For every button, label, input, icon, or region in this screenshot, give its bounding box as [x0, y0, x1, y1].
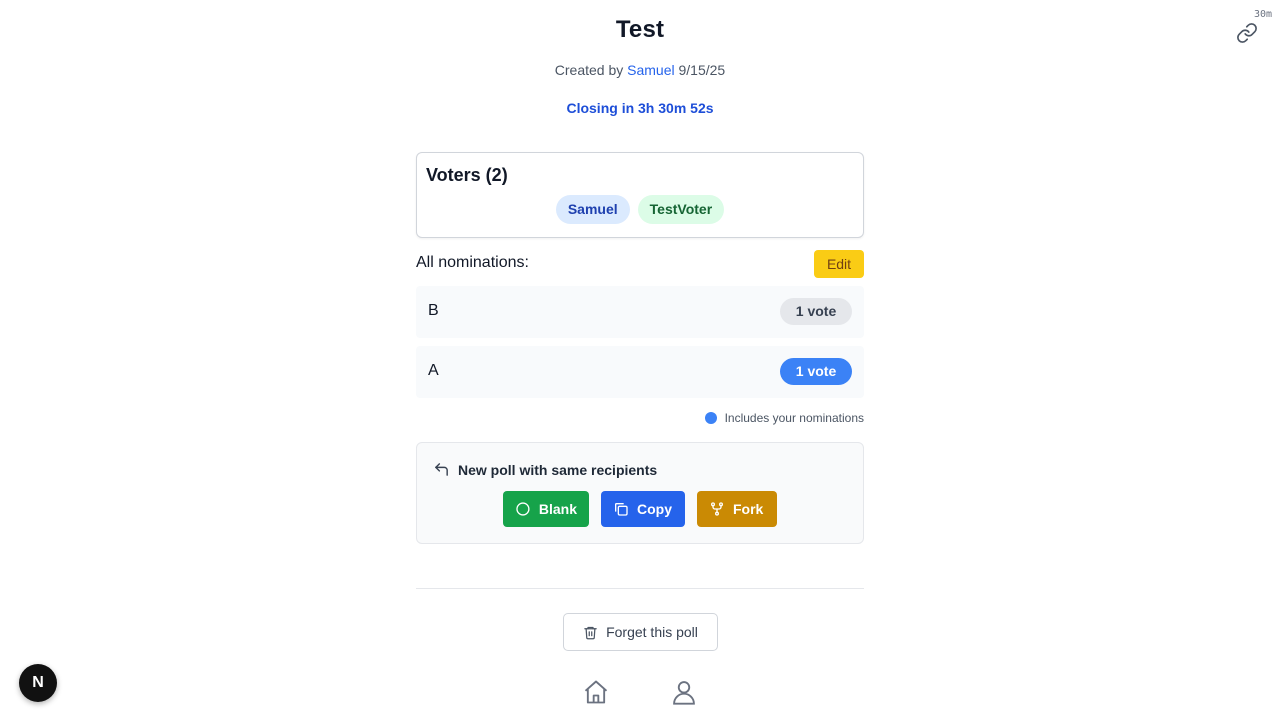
fork-label: Fork: [733, 501, 764, 517]
created-prefix: Created by: [554, 62, 624, 78]
new-poll-title: New poll with same recipients: [458, 461, 658, 478]
copy-poll-button[interactable]: Copy: [601, 491, 685, 527]
divider: [416, 588, 864, 589]
nominations-header: All nominations: Edit: [416, 250, 864, 278]
blank-label: Blank: [538, 501, 577, 517]
legend-dot: [704, 412, 717, 424]
new-poll-buttons: Blank Copy Fork: [417, 491, 863, 527]
created-line: Created by Samuel 9/15/25: [0, 62, 1280, 78]
forget-label: Forget this poll: [606, 624, 698, 640]
nominations-legend: Includes your nominations: [416, 410, 864, 426]
voters-card: Voters (2) Samuel TestVoter: [416, 152, 864, 238]
nomination-name: B: [428, 302, 439, 319]
vote-count-badge: 1 vote: [780, 298, 852, 325]
edit-button[interactable]: Edit: [814, 250, 864, 278]
closing-countdown: Closing in 3h 30m 52s: [566, 100, 714, 116]
voter-chip: TestVoter: [637, 195, 725, 224]
author-link[interactable]: Samuel: [627, 62, 674, 78]
copy-icon: [615, 503, 628, 516]
blank-poll-button[interactable]: Blank: [503, 491, 589, 527]
nomination-row: B 1 vote: [416, 286, 864, 338]
nominations-label: All nominations:: [416, 254, 529, 271]
copy-label: Copy: [637, 501, 672, 517]
voters-title: Voters (2): [426, 165, 508, 185]
user-icon[interactable]: [670, 678, 698, 706]
nomination-name: A: [428, 362, 439, 379]
reply-arrow-icon: [435, 463, 448, 476]
nomination-row: A 1 vote: [416, 346, 864, 398]
circle-icon: [516, 502, 530, 516]
next-dev-badge[interactable]: N: [19, 664, 57, 702]
trash-icon: [584, 626, 597, 639]
new-poll-card: New poll with same recipients Blank Copy…: [416, 442, 864, 544]
created-date: 9/15/25: [678, 62, 726, 78]
vote-count-badge: 1 vote: [780, 358, 852, 385]
home-icon[interactable]: [582, 678, 610, 706]
voter-chips: Samuel TestVoter: [417, 195, 863, 224]
forget-poll-button[interactable]: Forget this poll: [563, 613, 718, 651]
legend-text: Includes your nominations: [724, 411, 864, 425]
poll-title: Test: [615, 16, 665, 43]
fork-poll-button[interactable]: Fork: [697, 491, 777, 527]
voter-chip: Samuel: [555, 195, 630, 224]
new-poll-heading: New poll with same recipients: [433, 461, 657, 478]
git-fork-icon: [711, 502, 723, 516]
